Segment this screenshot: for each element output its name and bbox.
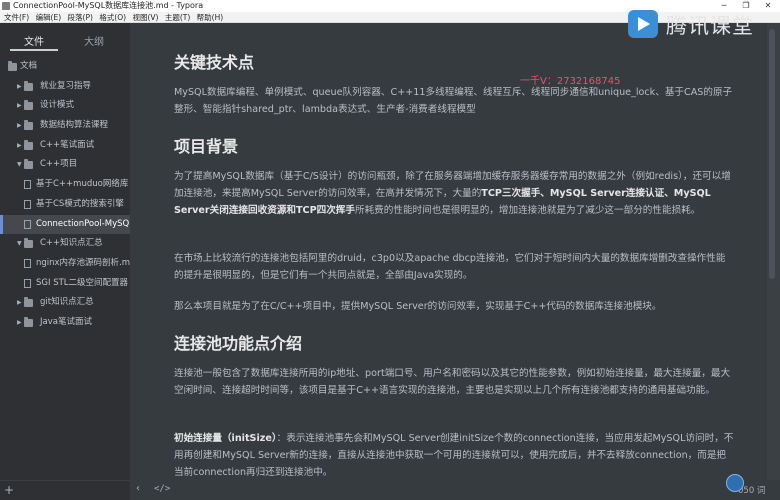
caret-right-icon[interactable]: ▶ [17,136,22,156]
text-run: 所耗费的性能时间也是很明显的，增加连接池就是为了减少这一部分的性能损耗。 [354,205,701,216]
sidebar-item-label: C++项目 [40,159,78,170]
menu-format[interactable]: 格式(O) [97,12,128,23]
sidebar-item-label: git知识点汇总 [40,297,94,308]
paragraph-features-2: 初始连接量（initSize）：表示连接池事先会和MySQL Server创建i… [174,430,734,481]
sidebar-item-label: nginx内存池源码剖析.m [36,257,130,268]
tencent-classroom-watermark: 腾讯课堂 [628,8,778,42]
sidebar-file[interactable]: SGI STL二级空间配置器 [0,274,130,294]
window-title: ConnectionPool-MySQL数据库连接池.md - Typora [13,1,204,10]
editor-area[interactable]: 关键技术点 MySQL数据库编程、单例模式、queue队列容器、C++11多线程… [130,23,780,500]
caret-right-icon[interactable]: ▶ [17,293,22,313]
folder-icon [24,238,33,249]
menu-view[interactable]: 视图(V) [130,12,160,23]
paragraph-features-1: 连接池一般包含了数据库连接所用的ip地址、port端口号、用户名和密码以及其它的… [174,368,731,396]
file-icon [24,258,31,268]
sidebar-item-label: SGI STL二级空间配置器 [36,277,129,288]
paragraph-background-2: 在市场上比较流行的连接池包括阿里的druid，c3p0以及apache dbcp… [174,253,726,281]
file-icon [24,199,31,209]
sidebar-file[interactable]: nginx内存池源码剖析.m [0,254,130,274]
folder-icon [24,120,33,131]
caret-right-icon[interactable]: ▶ [17,116,22,136]
typora-app-icon [2,2,10,10]
sidebar-item-label: C++知识点汇总 [40,238,103,249]
sidebar-item-label: Java笔试面试 [40,316,92,327]
play-logo-icon [628,10,658,38]
tab-files[interactable]: 文件 [24,33,44,48]
avatar [726,474,744,492]
caret-right-icon[interactable]: ▶ [17,77,22,97]
paragraph-background-1: 为了提高MySQL数据库（基于C/S设计）的访问瓶颈，除了在服务器端增加缓存服务… [174,168,734,219]
folder-icon [24,297,33,308]
scrollbar-thumb[interactable] [769,29,775,279]
sidebar-folder[interactable]: ▶ 数据结构算法课程 [0,116,130,136]
sidebar-folder[interactable]: 文档 [0,57,130,77]
menu-file[interactable]: 文件(F) [2,12,31,23]
sidebar-footer: + [0,480,130,500]
sidebar-item-label: ConnectionPool-MySQL [36,218,130,229]
sidebar-item-label: 基于CS模式的搜索引擎 [36,198,124,209]
sidebar-folder[interactable]: ▶ 就业复习指导 [0,77,130,97]
folder-icon [8,61,17,71]
sidebar-folder[interactable]: ▼ C++项目 [0,155,130,175]
contact-overlay-text: 一千V：2732168745 [520,76,621,87]
caret-right-icon[interactable]: ▶ [17,313,22,333]
sidebar-item-label: C++笔试面试 [40,139,95,150]
sidebar-item-label: 文档 [20,61,38,71]
menu-theme[interactable]: 主题(T) [163,12,192,23]
sidebar-file[interactable]: 基于CS模式的搜索引擎 [0,195,130,215]
status-bar: ‹ </> 050 词 [130,480,780,500]
caret-down-icon[interactable]: ▼ [17,234,22,254]
paragraph-background-3: 那么本项目就是为了在C/C++项目中，提供MySQL Server的访问效率，实… [174,301,662,312]
folder-icon [24,100,33,111]
sidebar-file[interactable]: ConnectionPool-MySQL [0,214,130,235]
add-file-button[interactable]: + [4,483,14,497]
paragraph-key-tech: MySQL数据库编程、单例模式、queue队列容器、C++11多线程编程、线程互… [174,87,733,115]
file-icon [24,180,31,190]
sidebar-folder[interactable]: ▶ Java笔试面试 [0,313,130,333]
back-arrow-icon[interactable]: ‹ [136,483,140,494]
sidebar-folder[interactable]: ▶ C++笔试面试 [0,136,130,156]
folder-icon [24,139,33,150]
sidebar: 文件 大纲 文档 ▶ 就业复习指导 ▶ 设计模式 ▶ 数据结构算法课程 ▶ C++笔试面试 ▼ C+… [0,23,130,500]
menu-paragraph[interactable]: 段落(P) [66,12,95,23]
heading-background: 项目背景 [174,137,239,156]
caret-right-icon[interactable]: ▶ [17,96,22,116]
folder-icon [24,316,33,327]
active-tab-indicator [10,49,58,51]
sidebar-item-label: 就业复习指导 [40,80,92,91]
file-icon [24,278,31,288]
bold-text: 初始连接量（initSize） [174,433,277,444]
tab-outline[interactable]: 大纲 [84,33,104,48]
file-icon [24,219,31,229]
heading-key-tech: 关键技术点 [174,53,255,72]
sidebar-file[interactable]: 基于C++muduo网络库 [0,175,130,195]
sidebar-folder[interactable]: ▶ 设计模式 [0,96,130,116]
sidebar-folder[interactable]: ▶ git知识点汇总 [0,293,130,313]
folder-icon [24,159,33,170]
sidebar-item-label: 基于C++muduo网络库 [36,179,129,190]
folder-icon [24,80,33,91]
sidebar-folder[interactable]: ▼ C++知识点汇总 [0,234,130,254]
caret-down-icon[interactable]: ▼ [17,155,22,175]
menu-edit[interactable]: 编辑(E) [34,12,64,23]
sidebar-item-label: 设计模式 [40,100,75,111]
watermark-text: 腾讯课堂 [666,14,754,38]
sidebar-item-label: 数据结构算法课程 [40,120,109,131]
source-mode-toggle[interactable]: </> [154,484,170,494]
heading-features: 连接池功能点介绍 [174,334,303,353]
file-tree: 文档 ▶ 就业复习指导 ▶ 设计模式 ▶ 数据结构算法课程 ▶ C++笔试面试 ▼ C++项目基于C… [0,57,130,333]
menu-help[interactable]: 帮助(H) [195,12,226,23]
sidebar-tabs: 文件 大纲 [0,23,130,55]
